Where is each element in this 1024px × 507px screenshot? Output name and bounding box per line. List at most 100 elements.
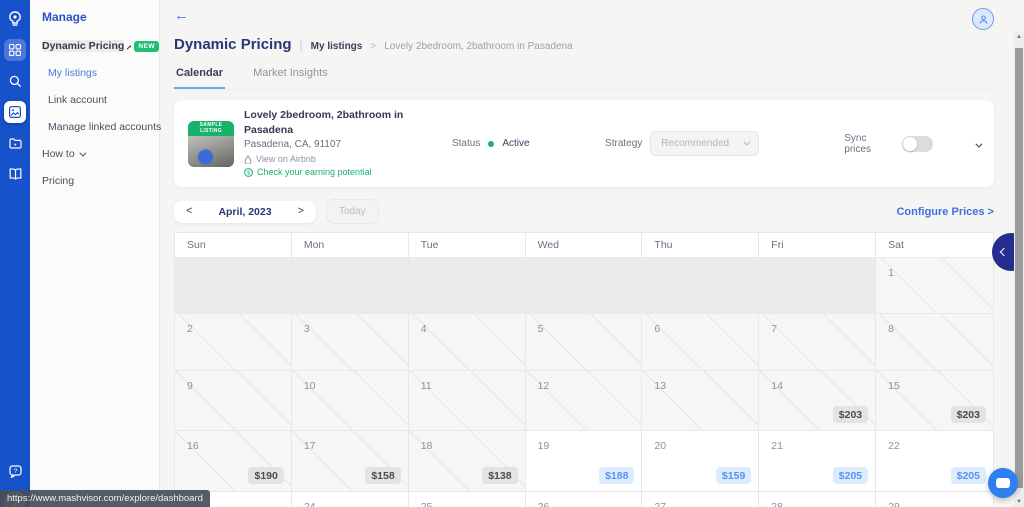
- calendar-day-cell-11[interactable]: 11: [409, 370, 526, 430]
- help-bubble-icon[interactable]: ?: [4, 460, 26, 482]
- day-number: 20: [654, 440, 666, 452]
- calendar-day-cell-13[interactable]: 13: [642, 370, 759, 430]
- calendar-day-cell-4[interactable]: 4: [409, 313, 526, 370]
- sync-group: Sync prices: [844, 133, 933, 155]
- breadcrumb-section[interactable]: My listings: [311, 41, 363, 52]
- expand-card-chevron-icon[interactable]: [975, 135, 980, 153]
- day-header-wed: Wed: [526, 233, 643, 257]
- price-badge[interactable]: $205: [951, 467, 986, 484]
- price-badge[interactable]: $188: [599, 467, 634, 484]
- strategy-group: Strategy Recommended: [605, 131, 759, 156]
- calendar-day-cell-12[interactable]: 12: [526, 370, 643, 430]
- chat-widget-button[interactable]: [988, 468, 1018, 498]
- status-bar-url: https://www.mashvisor.com/explore/dashbo…: [0, 490, 210, 507]
- sidebar-item-how-to[interactable]: How to: [42, 148, 159, 160]
- airbnb-icon: [244, 155, 252, 164]
- sidebar-nav: Manage Dynamic PricingNEWMy listingsLink…: [30, 0, 160, 507]
- calendar-day-cell-25[interactable]: 25$160: [409, 491, 526, 507]
- calendar-day-cell-19[interactable]: 19$188: [526, 430, 643, 491]
- calendar-day-cell-15[interactable]: 15 $203: [876, 370, 993, 430]
- tab-market-insights[interactable]: Market Insights: [251, 67, 330, 89]
- scroll-up-arrow-icon[interactable]: ▲: [1014, 34, 1024, 40]
- calendar-day-cell-2[interactable]: 2: [175, 313, 292, 370]
- calendar-day-cell-16[interactable]: 16$190: [175, 430, 292, 491]
- day-number: 21: [771, 440, 783, 452]
- search-icon[interactable]: [4, 70, 26, 92]
- day-number: 18: [421, 440, 433, 452]
- strategy-select[interactable]: Recommended: [650, 131, 759, 156]
- calendar-day-cell-26[interactable]: 26$189: [526, 491, 643, 507]
- sidebar-item-dynamic-pricing[interactable]: Dynamic PricingNEW: [42, 40, 159, 52]
- chevron-down-icon: [79, 149, 86, 156]
- topbar: ←: [174, 8, 994, 32]
- calendar-empty-cell: [175, 257, 292, 313]
- price-badge[interactable]: $203: [951, 406, 986, 423]
- day-number: 29: [888, 501, 900, 507]
- calendar-day-cell-18[interactable]: 18 $138: [409, 430, 526, 491]
- day-number: 9: [187, 380, 193, 392]
- price-badge[interactable]: $158: [365, 467, 400, 484]
- calendar-day-cell-7[interactable]: 7: [759, 313, 876, 370]
- view-on-airbnb-link[interactable]: View on Airbnb: [244, 153, 452, 166]
- calendar-day-cell-6[interactable]: 6: [642, 313, 759, 370]
- sidebar-item-manage-linked-accounts[interactable]: Manage linked accounts: [42, 121, 159, 133]
- calendar-day-cell-10[interactable]: 10: [292, 370, 409, 430]
- today-button[interactable]: Today: [326, 199, 379, 224]
- listings-image-icon[interactable]: [4, 101, 26, 123]
- calendar-day-cell-28[interactable]: 28$154: [759, 491, 876, 507]
- listing-title: Lovely 2bedroom, 2bathroom in Pasadena: [244, 108, 452, 138]
- day-header-thu: Thu: [642, 233, 759, 257]
- calendar-day-cell-8[interactable]: 8: [876, 313, 993, 370]
- calendar-day-cell-29[interactable]: 29$174: [876, 491, 993, 507]
- earning-potential-link[interactable]: $ Check your earning potential: [244, 166, 452, 179]
- scrollbar-thumb[interactable]: [1015, 48, 1023, 488]
- calendar-day-cell-1[interactable]: 1: [876, 257, 993, 313]
- svg-text:?: ?: [13, 468, 17, 475]
- pricing-calendar: SunMonTueWedThuFriSat 123456789101112131…: [174, 232, 994, 507]
- tab-calendar[interactable]: Calendar: [174, 67, 225, 89]
- folder-icon[interactable]: [4, 132, 26, 154]
- day-header-tue: Tue: [409, 233, 526, 257]
- scroll-down-arrow-icon[interactable]: ▼: [1014, 499, 1024, 505]
- user-avatar[interactable]: [972, 8, 994, 30]
- dashboard-grid-icon[interactable]: [4, 39, 26, 61]
- price-badge[interactable]: $190: [248, 467, 283, 484]
- logo-pin-icon[interactable]: [4, 8, 26, 30]
- price-badge[interactable]: $159: [716, 467, 751, 484]
- status-dot: [488, 141, 494, 147]
- main-content: ← Dynamic Pricing | My listings > Lovely…: [160, 0, 1024, 507]
- day-number: 11: [421, 380, 432, 392]
- sample-listing-banner: SAMPLE LISTING: [188, 121, 234, 136]
- price-badge[interactable]: $203: [833, 406, 868, 423]
- price-badge[interactable]: $205: [833, 467, 868, 484]
- calendar-day-cell-17[interactable]: 17$158: [292, 430, 409, 491]
- listing-card: SAMPLE LISTING Lovely 2bedroom, 2bathroo…: [174, 100, 994, 187]
- calendar-day-cell-22[interactable]: 22$205: [876, 430, 993, 491]
- breadcrumb-divider: |: [300, 38, 303, 52]
- day-number: 15: [888, 380, 900, 392]
- vertical-scrollbar[interactable]: ▲ ▼: [1014, 32, 1024, 507]
- calendar-day-cell-5[interactable]: 5: [526, 313, 643, 370]
- back-arrow-icon[interactable]: ←: [174, 8, 189, 23]
- calendar-day-cell-3[interactable]: 3: [292, 313, 409, 370]
- day-number: 7: [771, 323, 777, 335]
- configure-prices-link[interactable]: Configure Prices >: [896, 206, 994, 218]
- sync-prices-toggle[interactable]: [902, 136, 933, 152]
- price-badge[interactable]: $138: [482, 467, 517, 484]
- calendar-empty-cell: [409, 257, 526, 313]
- sidebar-item-link-account[interactable]: Link account: [42, 94, 159, 106]
- calendar-day-cell-27[interactable]: 27$151: [642, 491, 759, 507]
- calendar-day-cell-21[interactable]: 21 $205: [759, 430, 876, 491]
- dollar-circle-icon: $: [244, 168, 253, 177]
- calendar-day-cell-14[interactable]: 14$203: [759, 370, 876, 430]
- book-icon[interactable]: [4, 163, 26, 185]
- day-number: 6: [654, 323, 660, 335]
- calendar-day-cell-24[interactable]: 24$150: [292, 491, 409, 507]
- calendar-day-cell-9[interactable]: 9: [175, 370, 292, 430]
- calendar-day-cell-20[interactable]: 20 $159: [642, 430, 759, 491]
- sidebar-item-my-listings[interactable]: My listings: [42, 67, 159, 79]
- sidebar-item-pricing[interactable]: Pricing: [42, 175, 159, 187]
- prev-month-button[interactable]: <: [186, 206, 192, 217]
- next-month-button[interactable]: >: [298, 206, 304, 217]
- new-badge: NEW: [134, 41, 159, 52]
